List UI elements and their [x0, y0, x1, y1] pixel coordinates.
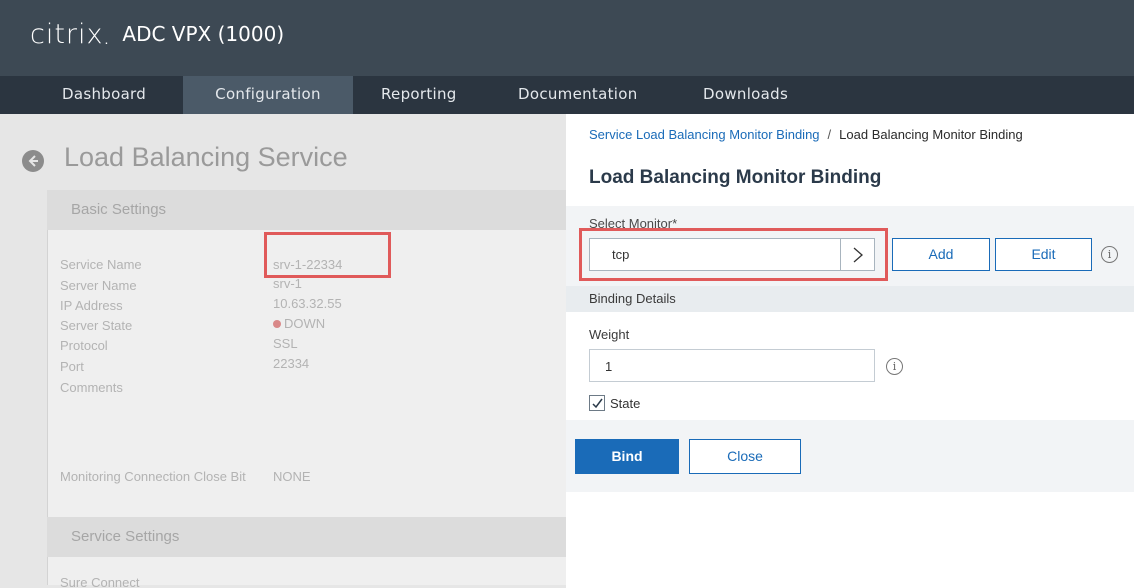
- weight-value: 1: [605, 359, 613, 374]
- server-state-value: DOWN: [273, 316, 325, 331]
- close-button[interactable]: Close: [689, 439, 801, 474]
- binding-details-header: Binding Details: [566, 286, 1134, 312]
- highlight-box: [579, 228, 888, 281]
- weight-label: Weight: [589, 327, 630, 342]
- nav-configuration[interactable]: Configuration: [183, 76, 353, 114]
- info-icon[interactable]: i: [886, 358, 903, 375]
- logo-dot-icon: .: [104, 31, 109, 47]
- brand: citrix . ADC VPX (1000): [30, 18, 285, 50]
- highlight-box: [264, 232, 391, 278]
- info-icon[interactable]: i: [1101, 246, 1118, 263]
- binding-details-label: Binding Details: [589, 291, 676, 306]
- back-arrow-icon[interactable]: [22, 150, 44, 172]
- monitoring-label: Monitoring Connection Close Bit: [60, 469, 246, 484]
- monitoring-value: NONE: [273, 469, 311, 484]
- breadcrumb: Service Load Balancing Monitor Binding / L…: [589, 127, 1023, 142]
- state-label: State: [610, 396, 641, 411]
- service-settings-label: Service Settings: [71, 528, 180, 545]
- field-label: Server Name: [60, 278, 137, 293]
- field-value: 22334: [273, 356, 310, 371]
- nav-reporting[interactable]: Reporting: [381, 76, 457, 114]
- citrix-logo: citrix: [30, 18, 104, 50]
- field-label: Comments: [60, 380, 123, 395]
- field-label: Protocol: [60, 338, 108, 353]
- edit-button[interactable]: Edit: [995, 238, 1092, 271]
- nav-dashboard[interactable]: Dashboard: [62, 76, 146, 114]
- panel-title: Load Balancing Monitor Binding: [589, 167, 882, 188]
- monitor-binding-panel: Service Load Balancing Monitor Binding / L…: [566, 114, 1134, 588]
- nav-documentation[interactable]: Documentation: [518, 76, 638, 114]
- basic-settings-header: Basic Settings: [47, 190, 567, 230]
- breadcrumb-current: Load Balancing Monitor Binding: [839, 127, 1023, 142]
- service-settings-header: Service Settings: [47, 517, 567, 557]
- field-value: 10.63.32.55: [273, 296, 342, 311]
- weight-input[interactable]: 1: [589, 349, 875, 382]
- nav-downloads[interactable]: Downloads: [703, 76, 788, 114]
- field-label: Port: [60, 359, 84, 374]
- state-checkbox[interactable]: [589, 395, 605, 411]
- bind-button[interactable]: Bind: [575, 439, 679, 474]
- field-value: srv-1: [273, 276, 302, 291]
- top-header: citrix . ADC VPX (1000): [0, 0, 1134, 76]
- field-label: Service Name: [60, 257, 142, 272]
- sure-connect-label: Sure Connect: [60, 575, 140, 588]
- status-text: DOWN: [284, 316, 326, 331]
- breadcrumb-link[interactable]: Service Load Balancing Monitor Binding: [589, 127, 820, 142]
- breadcrumb-separator: /: [827, 127, 832, 142]
- main-nav: Dashboard Configuration Reporting Docume…: [0, 76, 1134, 114]
- field-label: Server State: [60, 318, 133, 333]
- add-button[interactable]: Add: [892, 238, 990, 271]
- background-page: Load Balancing Service Basic Settings Se…: [0, 114, 567, 588]
- page-title: Load Balancing Service: [64, 142, 348, 172]
- product-name: ADC VPX (1000): [122, 22, 285, 46]
- field-value: SSL: [273, 336, 298, 351]
- basic-settings-label: Basic Settings: [71, 201, 167, 218]
- status-dot-icon: [273, 320, 281, 328]
- field-label: IP Address: [60, 298, 123, 313]
